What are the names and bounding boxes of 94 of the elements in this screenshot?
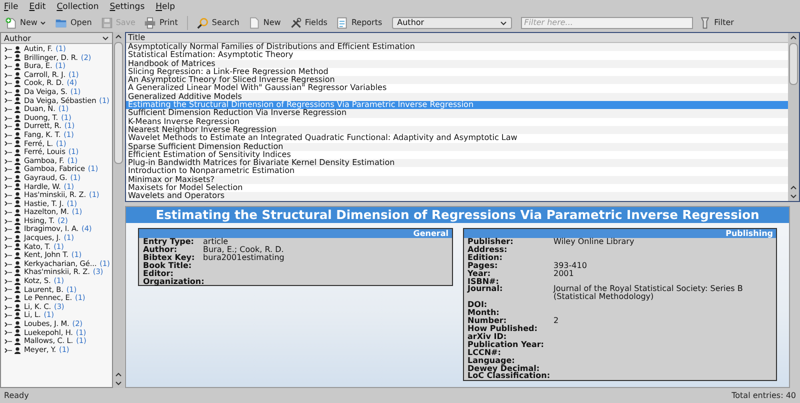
field-value: 2001 [554, 270, 575, 278]
entry-row[interactable]: A Generalized Linear Model With" Gaussian" Regressor Variables [126, 84, 788, 93]
folder-icon [55, 16, 68, 28]
toolbar-button[interactable]: Open [52, 14, 95, 30]
field-value: Journal of the Royal Statistical Society: Series B (Statistical Methodology) [554, 285, 744, 302]
field-label: Pages: [468, 262, 499, 270]
toolbar-button[interactable]: Reports [333, 14, 386, 30]
scrollbar[interactable] [113, 32, 124, 388]
entry-row[interactable]: Wavelets and Operators [126, 192, 788, 201]
field-label: How Published: [468, 324, 538, 333]
entry-row[interactable]: Introduction to Nonparametric Estimation [126, 167, 788, 176]
entry-row[interactable]: Nearest Neighbor Inverse Regression [126, 126, 788, 134]
field-label: Month: [468, 309, 500, 318]
field-label: Bibtex Key: [143, 254, 196, 262]
field-label: arXiv ID: [468, 332, 507, 341]
toolbar-button[interactable]: Fields [286, 14, 330, 30]
menu-item[interactable]: Settings [110, 2, 145, 12]
status-message: Ready [4, 391, 29, 400]
field-label: Organization: [143, 278, 203, 286]
menu-item[interactable]: Help [156, 2, 176, 12]
field-label: Publication Year: [468, 340, 545, 349]
funnel-icon [699, 16, 712, 28]
scroll-down-icon [115, 380, 122, 386]
entry-row[interactable]: Statistical Estimation: Asymptotic Theory [126, 51, 788, 60]
group-heading: General [139, 229, 452, 238]
filter-button[interactable]: Filter [696, 14, 737, 30]
entry-row[interactable]: Asymptotically Normal Families of Distributions and Efficient Estimation [126, 43, 788, 52]
field-label: LCCN#: [468, 348, 502, 357]
scroll-down-icon [790, 193, 797, 199]
toolbar-button[interactable]: Search [194, 14, 242, 30]
menu-item[interactable]: Edit [29, 2, 46, 12]
filter-field[interactable]: Filter here... [521, 16, 694, 28]
scroll-thumb[interactable] [789, 43, 798, 85]
entry-row[interactable]: An Asymptotic Theory for Sliced Inverse Regression [126, 76, 788, 84]
field-label: Author: [143, 246, 178, 254]
field-label: Year: [468, 270, 491, 278]
menu-item[interactable]: File [4, 2, 18, 12]
column-header[interactable]: Title [126, 33, 788, 43]
field-label: Publisher: [468, 238, 514, 246]
field-value: Bura, E.; Cook, R. D. [203, 246, 285, 254]
field-label: Dewey Decimal: [468, 364, 540, 372]
report-icon [336, 16, 348, 28]
printer-icon [144, 16, 156, 28]
field-label: ISBN#: [468, 278, 499, 286]
scroll-thumb[interactable] [114, 42, 123, 164]
toolbar-button[interactable]: Print [141, 14, 181, 30]
scroll-up-icon [790, 185, 797, 191]
entry-row[interactable]: Sufficient Dimension Reduction Via Inverse Regression [126, 109, 788, 118]
person-icon [14, 346, 21, 354]
new-document-icon [5, 16, 17, 28]
toolbar-button[interactable]: New [245, 14, 284, 30]
field-label: Number: [468, 317, 507, 325]
entry-row[interactable]: Efficient Estimation of Sensitivity Indices [126, 150, 788, 160]
tools-icon [290, 16, 302, 28]
entry-title: Estimating the Structural Dimension of Regressions Via Parametric Inverse Regression [126, 207, 789, 223]
entry-row[interactable]: Handbook of Matrices [126, 60, 788, 68]
field-label: DOI: [468, 301, 488, 310]
scroll-up-icon [115, 34, 122, 40]
field-label: Address: [468, 246, 508, 254]
caret-icon [40, 20, 46, 26]
field-label: LoC Classification: [468, 372, 552, 380]
scroll-up-icon [790, 35, 797, 41]
search-icon [196, 16, 209, 28]
expand-arrow-icon [4, 346, 13, 354]
entry-row[interactable]: Minimax or Maxisets? [126, 176, 788, 184]
field-label: Editor: [143, 270, 174, 278]
entry-count: Total entries: 40 [732, 391, 796, 400]
field-value: bura2001estimating [203, 254, 286, 262]
column-header[interactable]: Author [1, 33, 112, 44]
entry-row[interactable]: Maxisets for Model Selection [126, 184, 788, 192]
document-icon [248, 16, 260, 28]
entry-row[interactable]: Generalized Additive Models [126, 92, 788, 102]
entry-row[interactable]: Plug-in Bandwidth Matrices for Bivariate Kernel Density Estimation [126, 159, 788, 168]
field-label: Edition: [468, 254, 504, 262]
menu-item[interactable]: Collection [56, 2, 99, 12]
field-label: Journal: [468, 285, 504, 296]
field-label: Language: [468, 356, 515, 364]
scroll-up-icon [115, 372, 122, 378]
entry-row[interactable]: Slicing Regression: a Link-Free Regression Method [126, 68, 788, 76]
entry-row[interactable]: Wavelet Methods to Estimate an Integrated Quadratic Functional: Adaptivity and Asymptotic Law [126, 134, 788, 143]
field-value: 2 [554, 317, 560, 325]
field-label: Entry Type: [143, 238, 196, 246]
toolbar-button[interactable]: New [2, 14, 50, 30]
field-label: Book Title: [143, 262, 192, 270]
field-dropdown[interactable]: Author [392, 16, 512, 28]
field-value: 393-410 [554, 262, 588, 270]
scrollbar[interactable] [788, 33, 799, 201]
chevron-down-icon [500, 20, 508, 26]
field-value: Wiley Online Library [554, 238, 636, 246]
entry-row[interactable]: Sparse Sufficient Dimension Reduction [126, 142, 788, 151]
entry-row[interactable]: K-Means Inverse Regression [126, 118, 788, 126]
group-heading: Publishing [464, 229, 776, 238]
field-value: article [203, 238, 230, 246]
chevron-down-icon [102, 35, 109, 41]
